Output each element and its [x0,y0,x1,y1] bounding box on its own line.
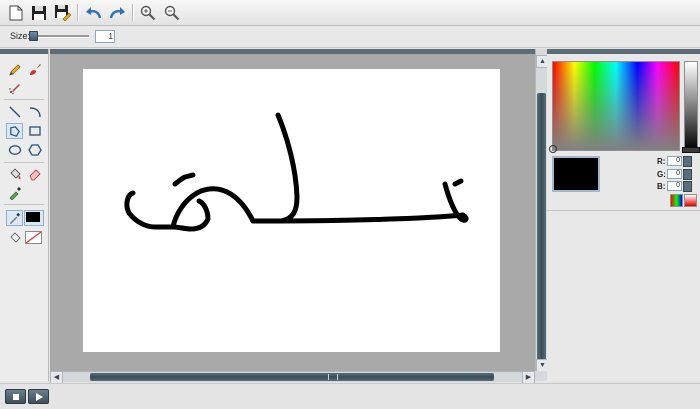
red-label: R: [657,156,666,166]
size-label: Size: [10,31,31,41]
rectangle-icon[interactable] [26,123,43,139]
blue-spinner[interactable] [683,180,692,192]
color-spectrum[interactable] [552,61,680,151]
size-slider-track[interactable] [31,35,89,38]
green-label: G: [657,169,666,179]
color-panel: R: 0 G: 0 B: 0 [547,49,700,381]
fill-bucket-icon[interactable] [6,166,23,182]
fill-mode-icon[interactable] [6,230,23,246]
main-toolbar [0,0,700,26]
stroke-color-swatch[interactable] [24,210,44,226]
horizontal-scroll-thumb[interactable] [90,373,494,381]
toolbar-separator [77,4,79,21]
canvas-area-header [50,49,547,54]
green-row: G: 0 [657,168,692,180]
brush-icon[interactable] [26,62,43,78]
stroke-color-fill [26,212,40,222]
ellipse-icon[interactable] [6,142,23,158]
undo-icon[interactable] [84,3,103,22]
handwritten-drawing [124,112,469,232]
line-icon[interactable] [6,104,23,120]
tools-separator [4,99,44,100]
pencil-icon[interactable] [6,62,23,78]
drawing-canvas[interactable]: تقانة [83,69,500,352]
blue-label: B: [657,181,666,191]
blue-input[interactable]: 0 [667,181,682,191]
color-picker-icon[interactable] [6,210,23,226]
red-row: R: 0 [657,155,692,167]
spectrum-cursor[interactable] [549,145,557,153]
tools-separator [4,204,44,205]
stop-icon [12,393,19,400]
gradient-mode-icon[interactable] [684,194,697,207]
hexagon-icon[interactable] [26,142,43,158]
luminance-thumb[interactable] [682,147,700,153]
tools-panel-header [0,49,48,54]
save-as-icon[interactable] [53,3,72,22]
toolbar-separator [132,4,134,21]
horizontal-scrollbar[interactable]: ◀ ▶ [50,371,535,384]
green-input[interactable]: 0 [667,169,682,179]
current-color-swatch [552,156,600,192]
no-fill-icon[interactable] [25,231,42,244]
play-icon [35,392,43,401]
size-input[interactable]: 1 [95,30,115,43]
red-input[interactable]: 0 [667,156,682,166]
eyedropper-icon[interactable] [6,185,23,201]
rgb-mode-icon[interactable] [670,194,683,207]
play-button[interactable] [28,389,49,404]
vertical-scroll-thumb[interactable] [537,93,546,377]
luminance-slider[interactable] [684,61,698,151]
curve-icon[interactable] [26,104,43,120]
stop-button[interactable] [5,389,26,404]
color-panel-divider [547,210,700,211]
scroll-grip-icon [328,374,338,380]
tools-separator [4,162,44,163]
tools-panel [0,49,49,381]
airbrush-icon[interactable] [6,80,23,96]
scroll-corner [535,371,547,381]
green-spinner[interactable] [683,168,692,180]
polygon-select-icon[interactable] [6,123,23,139]
zoom-out-icon[interactable] [162,3,181,22]
blue-row: B: 0 [657,180,692,192]
color-panel-header [547,49,700,54]
redo-icon[interactable] [108,3,127,22]
new-file-icon[interactable] [6,3,25,22]
eraser-icon[interactable] [26,166,43,182]
save-icon[interactable] [29,3,48,22]
size-slider-thumb[interactable] [29,31,38,41]
zoom-in-icon[interactable] [138,3,157,22]
red-spinner[interactable] [683,155,692,167]
bottom-bar [0,383,700,409]
size-bar: Size: 1 [0,26,700,48]
